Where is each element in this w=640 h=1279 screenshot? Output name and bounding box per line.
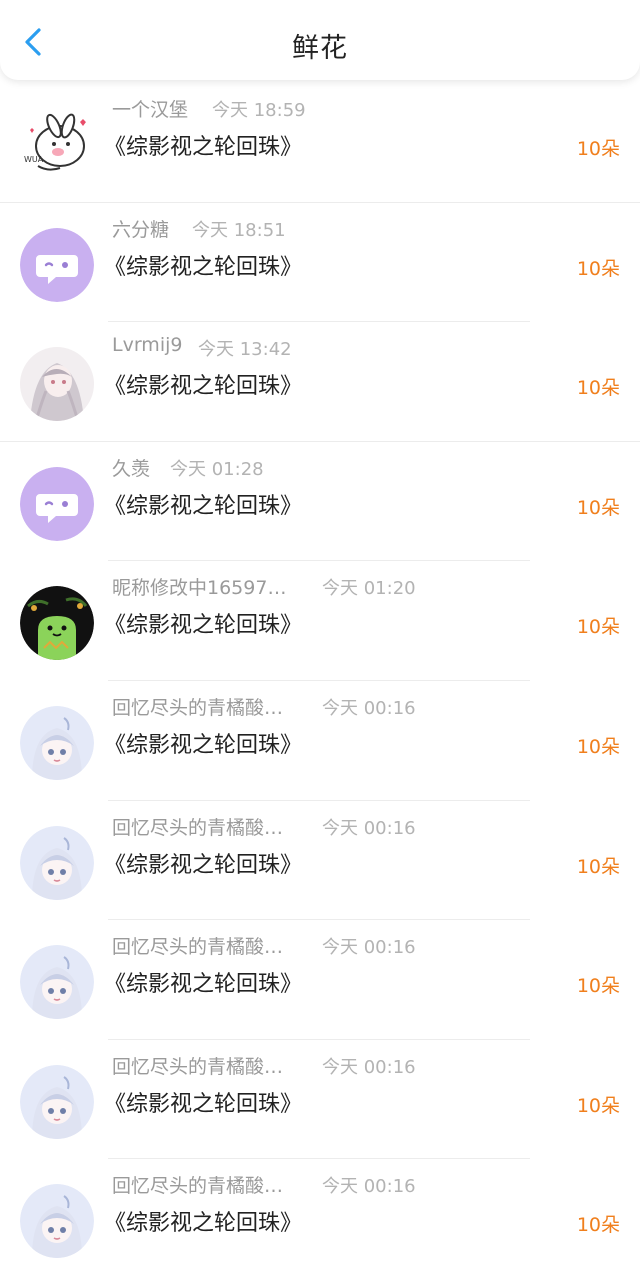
flower-count: 10朵 (576, 138, 620, 160)
book-title: 《综影视之轮回珠》 (104, 852, 303, 878)
flower-count: 10朵 (576, 616, 620, 639)
user-name[interactable]: 六分糖 (112, 215, 169, 242)
user-name[interactable]: 昵称修改中16597… (112, 573, 286, 600)
gift-time: 今天 00:16 (322, 937, 416, 959)
list-item[interactable]: 回忆尽头的青橘酸… 今天 00:16 《综影视之轮回珠》 10朵 (0, 920, 640, 1040)
list-item[interactable]: WUA 一个汉堡 今天 18:59 《综影视之轮回珠》 10朵 (0, 83, 640, 203)
book-title: 《综影视之轮回珠》 (104, 1211, 303, 1237)
list-item[interactable]: 六分糖 今天 18:51 《综影视之轮回珠》 10朵 (0, 203, 640, 323)
flower-gift-list: WUA 一个汉堡 今天 18:59 《综影视之轮回珠》 10朵 六分糖 今天 1… (0, 83, 640, 1279)
user-name[interactable]: 回忆尽头的青橘酸… (112, 813, 283, 840)
flower-count: 10朵 (576, 1094, 620, 1117)
flower-count: 10朵 (576, 975, 620, 998)
gift-time: 今天 00:16 (322, 817, 416, 839)
anime-girl-avatar[interactable] (20, 347, 94, 422)
book-title: 《综影视之轮回珠》 (104, 254, 303, 280)
flower-count: 10朵 (576, 735, 620, 758)
flower-count: 10朵 (576, 377, 620, 400)
chibi-girl-avatar[interactable] (20, 1064, 94, 1139)
default-chat-avatar[interactable] (20, 466, 94, 541)
list-item[interactable]: 回忆尽头的青橘酸… 今天 00:16 《综影视之轮回珠》 10朵 (0, 801, 640, 921)
user-name[interactable]: 回忆尽头的青橘酸… (112, 1052, 283, 1079)
gift-time: 今天 13:42 (198, 339, 292, 361)
gift-time: 今天 18:59 (212, 100, 306, 121)
flower-count: 10朵 (576, 257, 620, 280)
list-item[interactable]: Lvrmij9 今天 13:42 《综影视之轮回珠》 10朵 (0, 322, 640, 442)
list-item[interactable]: 回忆尽头的青橘酸… 今天 00:16 《综影视之轮回珠》 10朵 (0, 1040, 640, 1160)
book-title: 《综影视之轮回珠》 (104, 1091, 303, 1117)
gift-time: 今天 00:16 (322, 1056, 416, 1078)
gift-time: 今天 18:51 (192, 219, 286, 241)
chibi-girl-avatar[interactable] (20, 825, 94, 900)
gift-time: 今天 01:28 (170, 458, 264, 480)
chibi-girl-avatar[interactable] (20, 945, 94, 1020)
gift-time: 今天 00:16 (322, 697, 416, 719)
book-title: 《综影视之轮回珠》 (104, 972, 303, 998)
user-name[interactable]: 回忆尽头的青橘酸… (112, 693, 283, 720)
user-name[interactable]: 回忆尽头的青橘酸… (112, 932, 283, 959)
gift-time: 今天 00:16 (322, 1176, 416, 1198)
book-title: 《综影视之轮回珠》 (104, 493, 303, 519)
flower-count: 10朵 (576, 1214, 620, 1237)
chibi-girl-avatar[interactable] (20, 705, 94, 780)
list-item[interactable]: 回忆尽头的青橘酸… 今天 00:16 《综影视之轮回珠》 10朵 (0, 1159, 640, 1279)
flower-count: 10朵 (576, 496, 620, 519)
book-title: 《综影视之轮回珠》 (104, 613, 303, 639)
app-header: 鲜花 (0, 0, 640, 80)
flower-count: 10朵 (576, 855, 620, 878)
user-name[interactable]: Lvrmij9 (112, 334, 182, 356)
svg-text:WUA: WUA (24, 155, 44, 164)
list-item[interactable]: 久羡 今天 01:28 《综影视之轮回珠》 10朵 (0, 442, 640, 562)
book-title: 《综影视之轮回珠》 (104, 135, 303, 160)
gift-time: 今天 01:20 (322, 578, 416, 600)
chibi-girl-avatar[interactable] (20, 1184, 94, 1259)
cartoon-bunny-avatar[interactable]: WUA (20, 108, 94, 182)
book-title: 《综影视之轮回珠》 (104, 732, 303, 758)
user-name[interactable]: 回忆尽头的青橘酸… (112, 1171, 283, 1198)
default-chat-avatar[interactable] (20, 227, 94, 302)
page-title: 鲜花 (292, 33, 348, 64)
green-creature-avatar[interactable] (20, 586, 94, 661)
list-item[interactable]: 昵称修改中16597… 今天 01:20 《综影视之轮回珠》 10朵 (0, 561, 640, 681)
user-name[interactable]: 一个汉堡 (112, 95, 188, 122)
list-item[interactable]: 回忆尽头的青橘酸… 今天 00:16 《综影视之轮回珠》 10朵 (0, 681, 640, 801)
user-name[interactable]: 久羡 (112, 454, 150, 481)
book-title: 《综影视之轮回珠》 (104, 374, 303, 400)
